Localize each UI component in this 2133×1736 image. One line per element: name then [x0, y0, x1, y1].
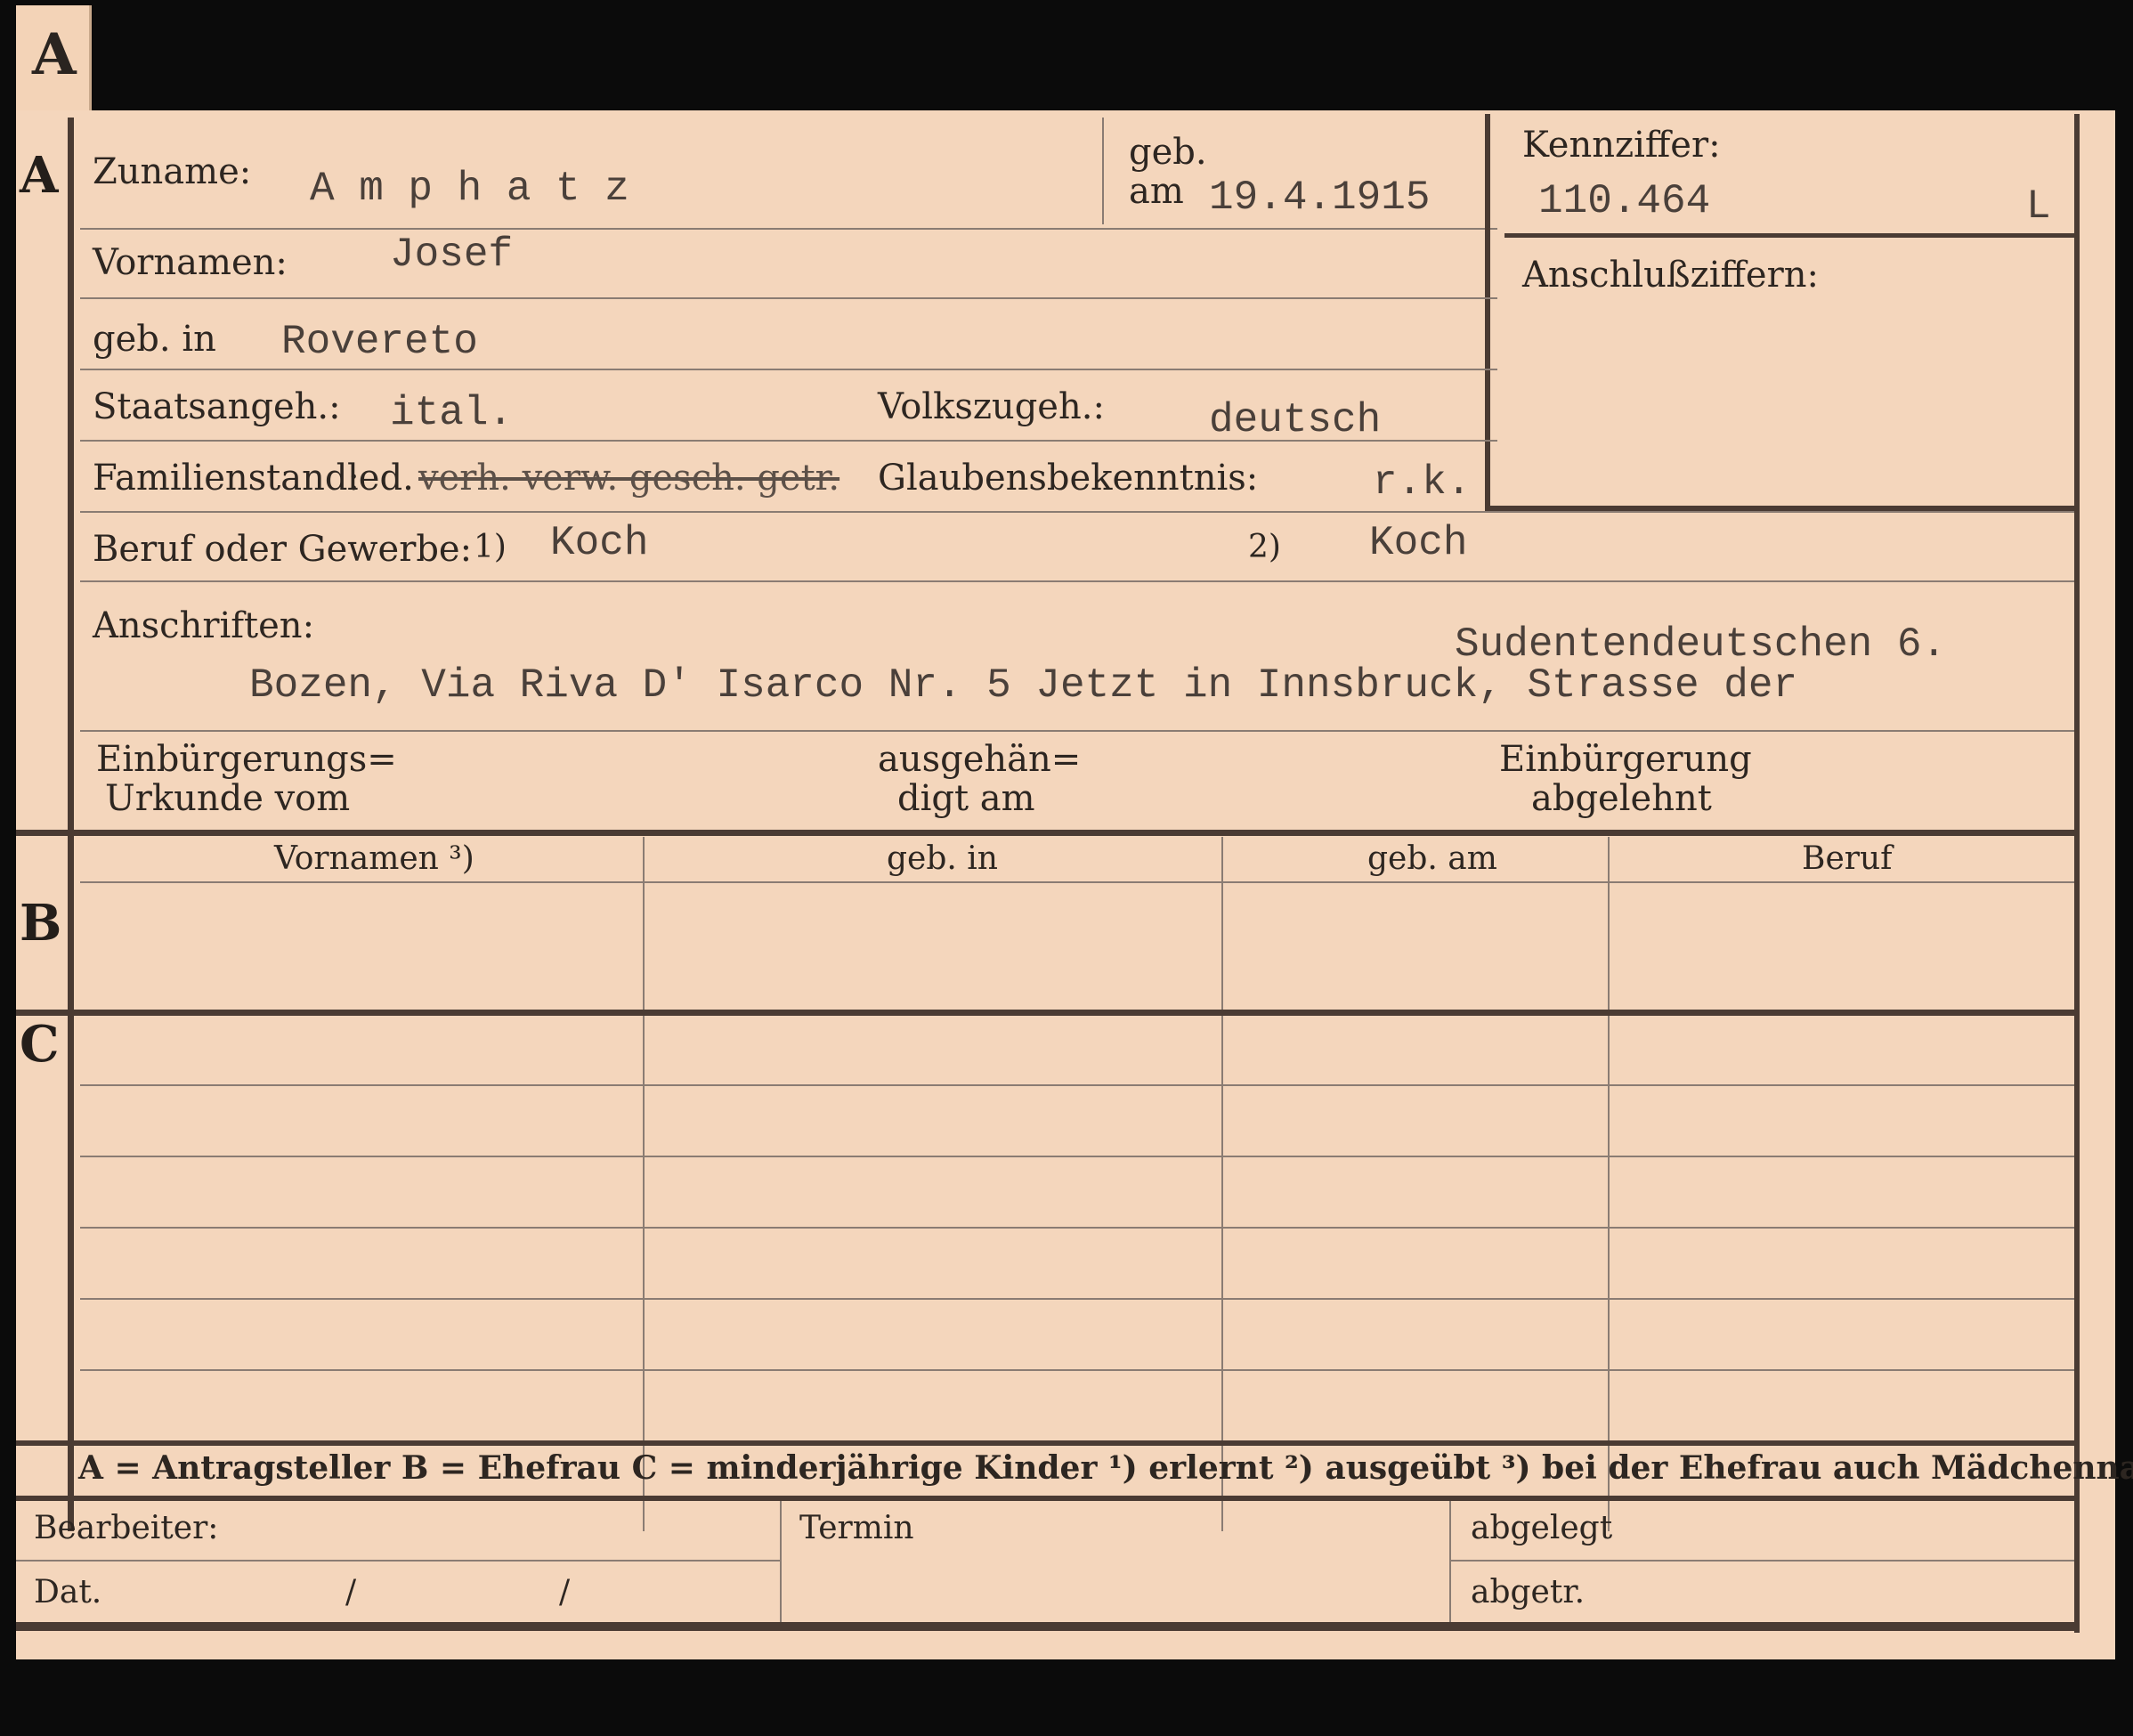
rule-abgelegt: [1449, 1560, 2074, 1562]
abgetr-label: abgetr.: [1471, 1574, 1586, 1610]
einb-abgelehnt-1: Einbürgerung: [1499, 739, 1752, 780]
card-bottom-rule: [16, 1622, 2080, 1631]
geb-in-value: Rovereto: [281, 319, 478, 365]
section-b-letter: B: [20, 894, 62, 953]
staatsangeh-value: ital.: [390, 390, 514, 436]
header-geb-am: geb. am: [1367, 840, 1497, 877]
kennziffer-value: 110.464: [1538, 178, 1711, 224]
zuname-label: Zuname:: [93, 151, 252, 192]
anschrift-line-2: Sudentendeutschen 6.: [1455, 621, 1947, 668]
header-vornamen: Vornamen ³): [274, 840, 474, 877]
tab-letter: A: [32, 21, 77, 88]
rule-table-header: [80, 881, 2074, 883]
registration-card: A Zuname: A m p h a t z geb. am 19.4.191…: [16, 110, 2133, 1659]
rule-beruf: [80, 580, 2074, 582]
row-c-3: [80, 1227, 2074, 1229]
rule-zuname: [80, 228, 1497, 230]
beruf-value-1: Koch: [550, 520, 649, 566]
anschrift-line-1: Bozen, Via Riva D' Isarco Nr. 5 Jetzt in…: [249, 662, 1798, 709]
zuname-divider: [1102, 118, 1104, 224]
beruf-mark-1: 1): [474, 529, 507, 565]
legend-bottom-rule: [16, 1496, 2080, 1501]
ausgeh-2: digt am: [897, 778, 1035, 819]
familienstand-led: led.: [347, 458, 414, 499]
geb-am-value: 19.4.1915: [1209, 174, 1431, 221]
vornamen-value: Josef: [390, 231, 514, 278]
dat-slash-1: /: [345, 1574, 357, 1610]
section-a-letter: A: [20, 146, 59, 205]
vornamen-label: Vornamen:: [93, 242, 288, 283]
einb-abgelehnt-2: abgelehnt: [1531, 778, 1712, 819]
geb-in-label: geb. in: [93, 319, 216, 360]
rule-anschriften: [80, 730, 2074, 732]
staatsangeh-label: Staatsangeh.:: [93, 386, 341, 427]
volkszugeh-value: deutsch: [1209, 397, 1382, 443]
beruf-mark-2: 2): [1248, 529, 1281, 565]
row-c-1: [80, 1084, 2074, 1086]
ausgeh-1: ausgehän=: [878, 739, 1082, 780]
index-tab: A: [16, 5, 92, 110]
kennziffer-divider: [1504, 233, 2074, 238]
legend-text: A = Antragsteller B = Ehefrau C = minder…: [78, 1449, 2133, 1487]
section-c-letter: C: [20, 1015, 60, 1074]
right-rule: [2074, 114, 2080, 1633]
section-c-rule: [16, 1010, 2080, 1016]
beruf-value-2: Koch: [1369, 520, 1468, 566]
dat-slash-2: /: [559, 1574, 571, 1610]
termin-label: Termin: [799, 1510, 914, 1546]
dat-label: Dat.: [34, 1574, 102, 1610]
row-c-2: [80, 1156, 2074, 1157]
einb-urkunde-2: Urkunde vom: [105, 778, 351, 819]
col-divider-2: [1221, 837, 1223, 1531]
row-c-5: [80, 1369, 2074, 1371]
bearbeiter-label: Bearbeiter:: [34, 1510, 219, 1546]
footer-divider-2: [1449, 1501, 1451, 1626]
familienstand-label: Familienstand:: [93, 458, 360, 499]
col-divider-1: [643, 837, 645, 1531]
anschluss-label: Anschlußziffern:: [1522, 255, 1819, 296]
rule-staatsangeh: [80, 440, 1497, 442]
geb-am-label-1: geb.: [1129, 132, 1207, 173]
beruf-label: Beruf oder Gewerbe:: [93, 529, 473, 570]
legend-top-rule: [16, 1440, 2080, 1446]
header-beruf: Beruf: [1802, 840, 1893, 877]
zuname-value: A m p h a t z: [310, 166, 629, 212]
anschriften-label: Anschriften:: [93, 605, 315, 646]
rule-bearbeiter: [16, 1560, 780, 1562]
geb-am-label-2: am: [1129, 171, 1184, 212]
left-rule: [68, 118, 74, 1531]
row-c-4: [80, 1298, 2074, 1300]
kennziffer-label: Kennziffer:: [1522, 125, 1721, 166]
glauben-label: Glaubensbekenntnis:: [878, 458, 1259, 499]
einb-urkunde-1: Einbürgerungs=: [96, 739, 397, 780]
section-b-rule: [16, 830, 2080, 836]
kennziffer-suffix: L: [2026, 183, 2051, 230]
familienstand-struck: verh. verw. gesch. getr.: [418, 458, 840, 499]
col-divider-3: [1608, 837, 1610, 1531]
header-geb-in: geb. in: [887, 840, 998, 877]
footer-divider-1: [780, 1501, 782, 1626]
abgelegt-label: abgelegt: [1471, 1510, 1613, 1546]
glauben-value: r.k.: [1373, 459, 1472, 506]
volkszugeh-label: Volkszugeh.:: [878, 386, 1105, 427]
kennziffer-box-left: [1485, 114, 1490, 513]
rule-familienstand: [80, 511, 2074, 513]
rule-vornamen: [80, 297, 1497, 299]
rule-geb-in: [80, 369, 1497, 370]
